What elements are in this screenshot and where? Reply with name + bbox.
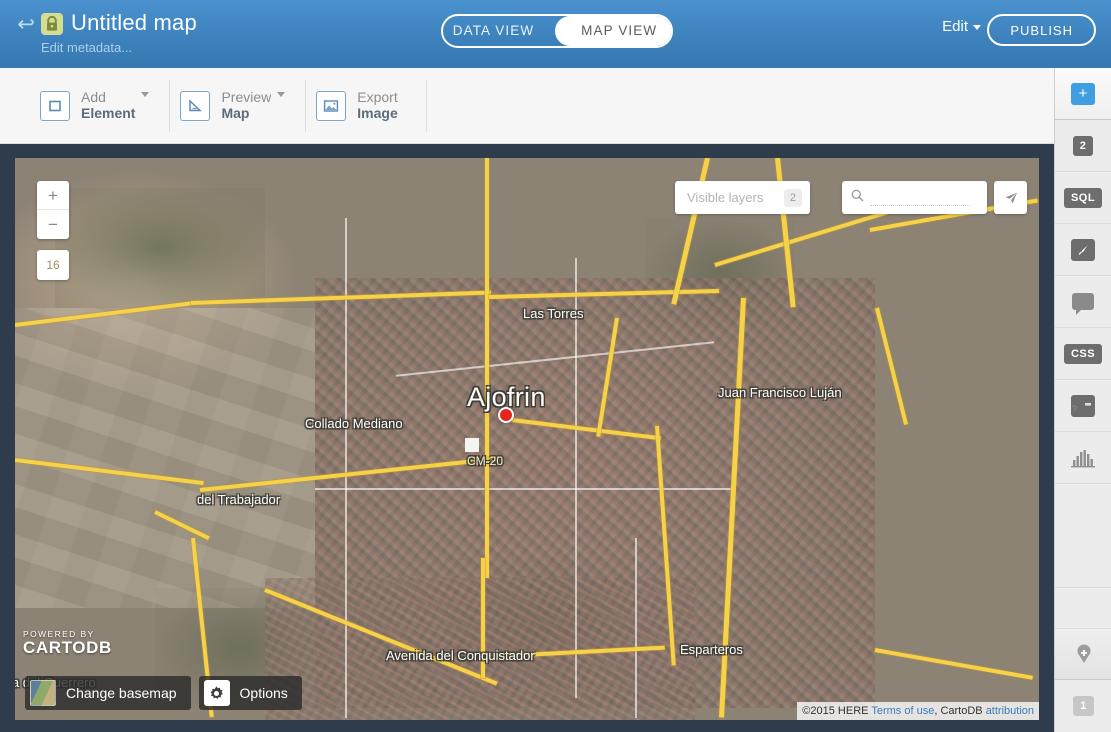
add-element-line1: Add (81, 88, 106, 105)
attribution-separator: , (934, 705, 938, 717)
preview-map-line1: Preview (221, 88, 272, 105)
element-square-icon (40, 90, 70, 121)
map-frame: Ajofrin Las Torres Collado Mediano Juan … (0, 145, 1054, 732)
change-basemap-label: Change basemap (66, 685, 177, 701)
svg-text:?: ? (1072, 404, 1077, 414)
page-title[interactable]: Untitled map (71, 10, 197, 36)
back-arrow-icon[interactable]: ↩ (15, 14, 37, 36)
preview-map-line2: Map (221, 104, 250, 121)
layers-count-badge: 2 (1072, 135, 1094, 156)
search-input[interactable] (870, 189, 970, 206)
sql-icon: SQL (1063, 187, 1103, 208)
sidebar-item-add-geometry[interactable] (1055, 628, 1111, 680)
add-element-line2: Element (81, 104, 136, 121)
plus-icon: + (1071, 82, 1095, 105)
brush-icon (1071, 238, 1095, 261)
map-search-box[interactable] (842, 181, 987, 214)
right-sidebar: + 2 SQL CSS ? 1 (1054, 68, 1111, 732)
publish-button[interactable]: PUBLISH (987, 14, 1096, 46)
export-image-line1: Export (357, 88, 398, 105)
zoom-in-button[interactable]: + (37, 181, 69, 210)
image-icon (316, 90, 347, 121)
legend-icon: ? (1071, 394, 1095, 417)
sidebar-item-infowindow[interactable] (1055, 276, 1111, 328)
export-image-button[interactable]: Export Image (316, 79, 427, 132)
edit-menu-button[interactable]: Edit (942, 18, 981, 35)
basemap-thumbnail-icon (30, 680, 56, 706)
view-toggle: DATA VIEW MAP VIEW (441, 14, 673, 48)
sidebar-item-sql[interactable]: SQL (1055, 172, 1111, 224)
map-canvas[interactable]: Ajofrin Las Torres Collado Mediano Juan … (15, 158, 1039, 720)
sidebar-item-add-layer[interactable]: + (1055, 68, 1111, 120)
bar-chart-icon (1071, 449, 1095, 467)
css-icon: CSS (1063, 343, 1103, 364)
zoom-level-indicator: 16 (37, 250, 69, 280)
sidebar-item-legend[interactable]: ? (1055, 380, 1111, 432)
chevron-down-icon (973, 24, 981, 30)
gear-icon (203, 680, 230, 706)
change-basemap-button[interactable]: Change basemap (25, 676, 191, 710)
map-building (465, 438, 479, 452)
tab-map-view[interactable]: MAP VIEW (555, 16, 671, 46)
cartodb-map-editor: ↩ Untitled map Edit metadata... DATA VIE… (0, 0, 1111, 732)
add-element-button[interactable]: Add Element (40, 79, 171, 132)
visible-layers-label: Visible layers (687, 190, 764, 205)
sidebar-item-histogram[interactable] (1055, 432, 1111, 484)
chevron-down-icon[interactable] (277, 91, 286, 97)
map-attribution: ©2015 HERE Terms of use, CartoDB attribu… (797, 702, 1039, 720)
sidebar-item-css[interactable]: CSS (1055, 328, 1111, 380)
sidebar-item-wizard[interactable] (1055, 224, 1111, 276)
options-button[interactable]: Options (198, 676, 302, 710)
sidebar-item-layers[interactable]: 2 (1055, 120, 1111, 172)
tab-data-view[interactable]: DATA VIEW (443, 16, 555, 46)
export-image-line2: Image (357, 104, 398, 121)
map-bottom-bar: Change basemap Options (25, 676, 310, 710)
visible-layers-count: 2 (783, 188, 802, 207)
map-marker[interactable] (498, 407, 514, 423)
options-label: Options (239, 685, 288, 701)
speech-bubble-icon (1072, 293, 1094, 315)
zoom-controls: + − (37, 181, 69, 239)
edit-metadata-link[interactable]: Edit metadata... (41, 40, 132, 55)
edit-menu-label: Edit (942, 18, 968, 35)
ruler-triangle-icon (180, 90, 211, 121)
chevron-down-icon[interactable] (141, 91, 150, 97)
search-icon (851, 189, 864, 207)
terms-of-use-link[interactable]: Terms of use (871, 705, 934, 717)
visible-layers-selector[interactable]: Visible layers 2 (675, 181, 810, 214)
sidebar-item-layer-count[interactable]: 1 (1055, 680, 1111, 732)
attribution-carto: CartoDB (940, 705, 983, 717)
paper-plane-icon (1005, 192, 1017, 203)
preview-map-button[interactable]: Preview Map (180, 79, 307, 132)
editor-toolbar: Add Element Preview Map Export Image (0, 68, 1111, 144)
zoom-out-button[interactable]: − (37, 210, 69, 239)
map-pin-plus-icon (1077, 644, 1090, 663)
attribution-copyright: ©2015 HERE (802, 705, 869, 717)
lock-icon[interactable] (41, 13, 63, 35)
satellite-basemap (15, 158, 1039, 720)
layer-count-badge: 1 (1073, 696, 1094, 716)
geolocate-button[interactable] (994, 181, 1027, 214)
app-header: ↩ Untitled map Edit metadata... DATA VIE… (0, 0, 1111, 68)
cartodb-attribution-link[interactable]: attribution (986, 705, 1034, 717)
sidebar-spacer (1055, 484, 1111, 588)
